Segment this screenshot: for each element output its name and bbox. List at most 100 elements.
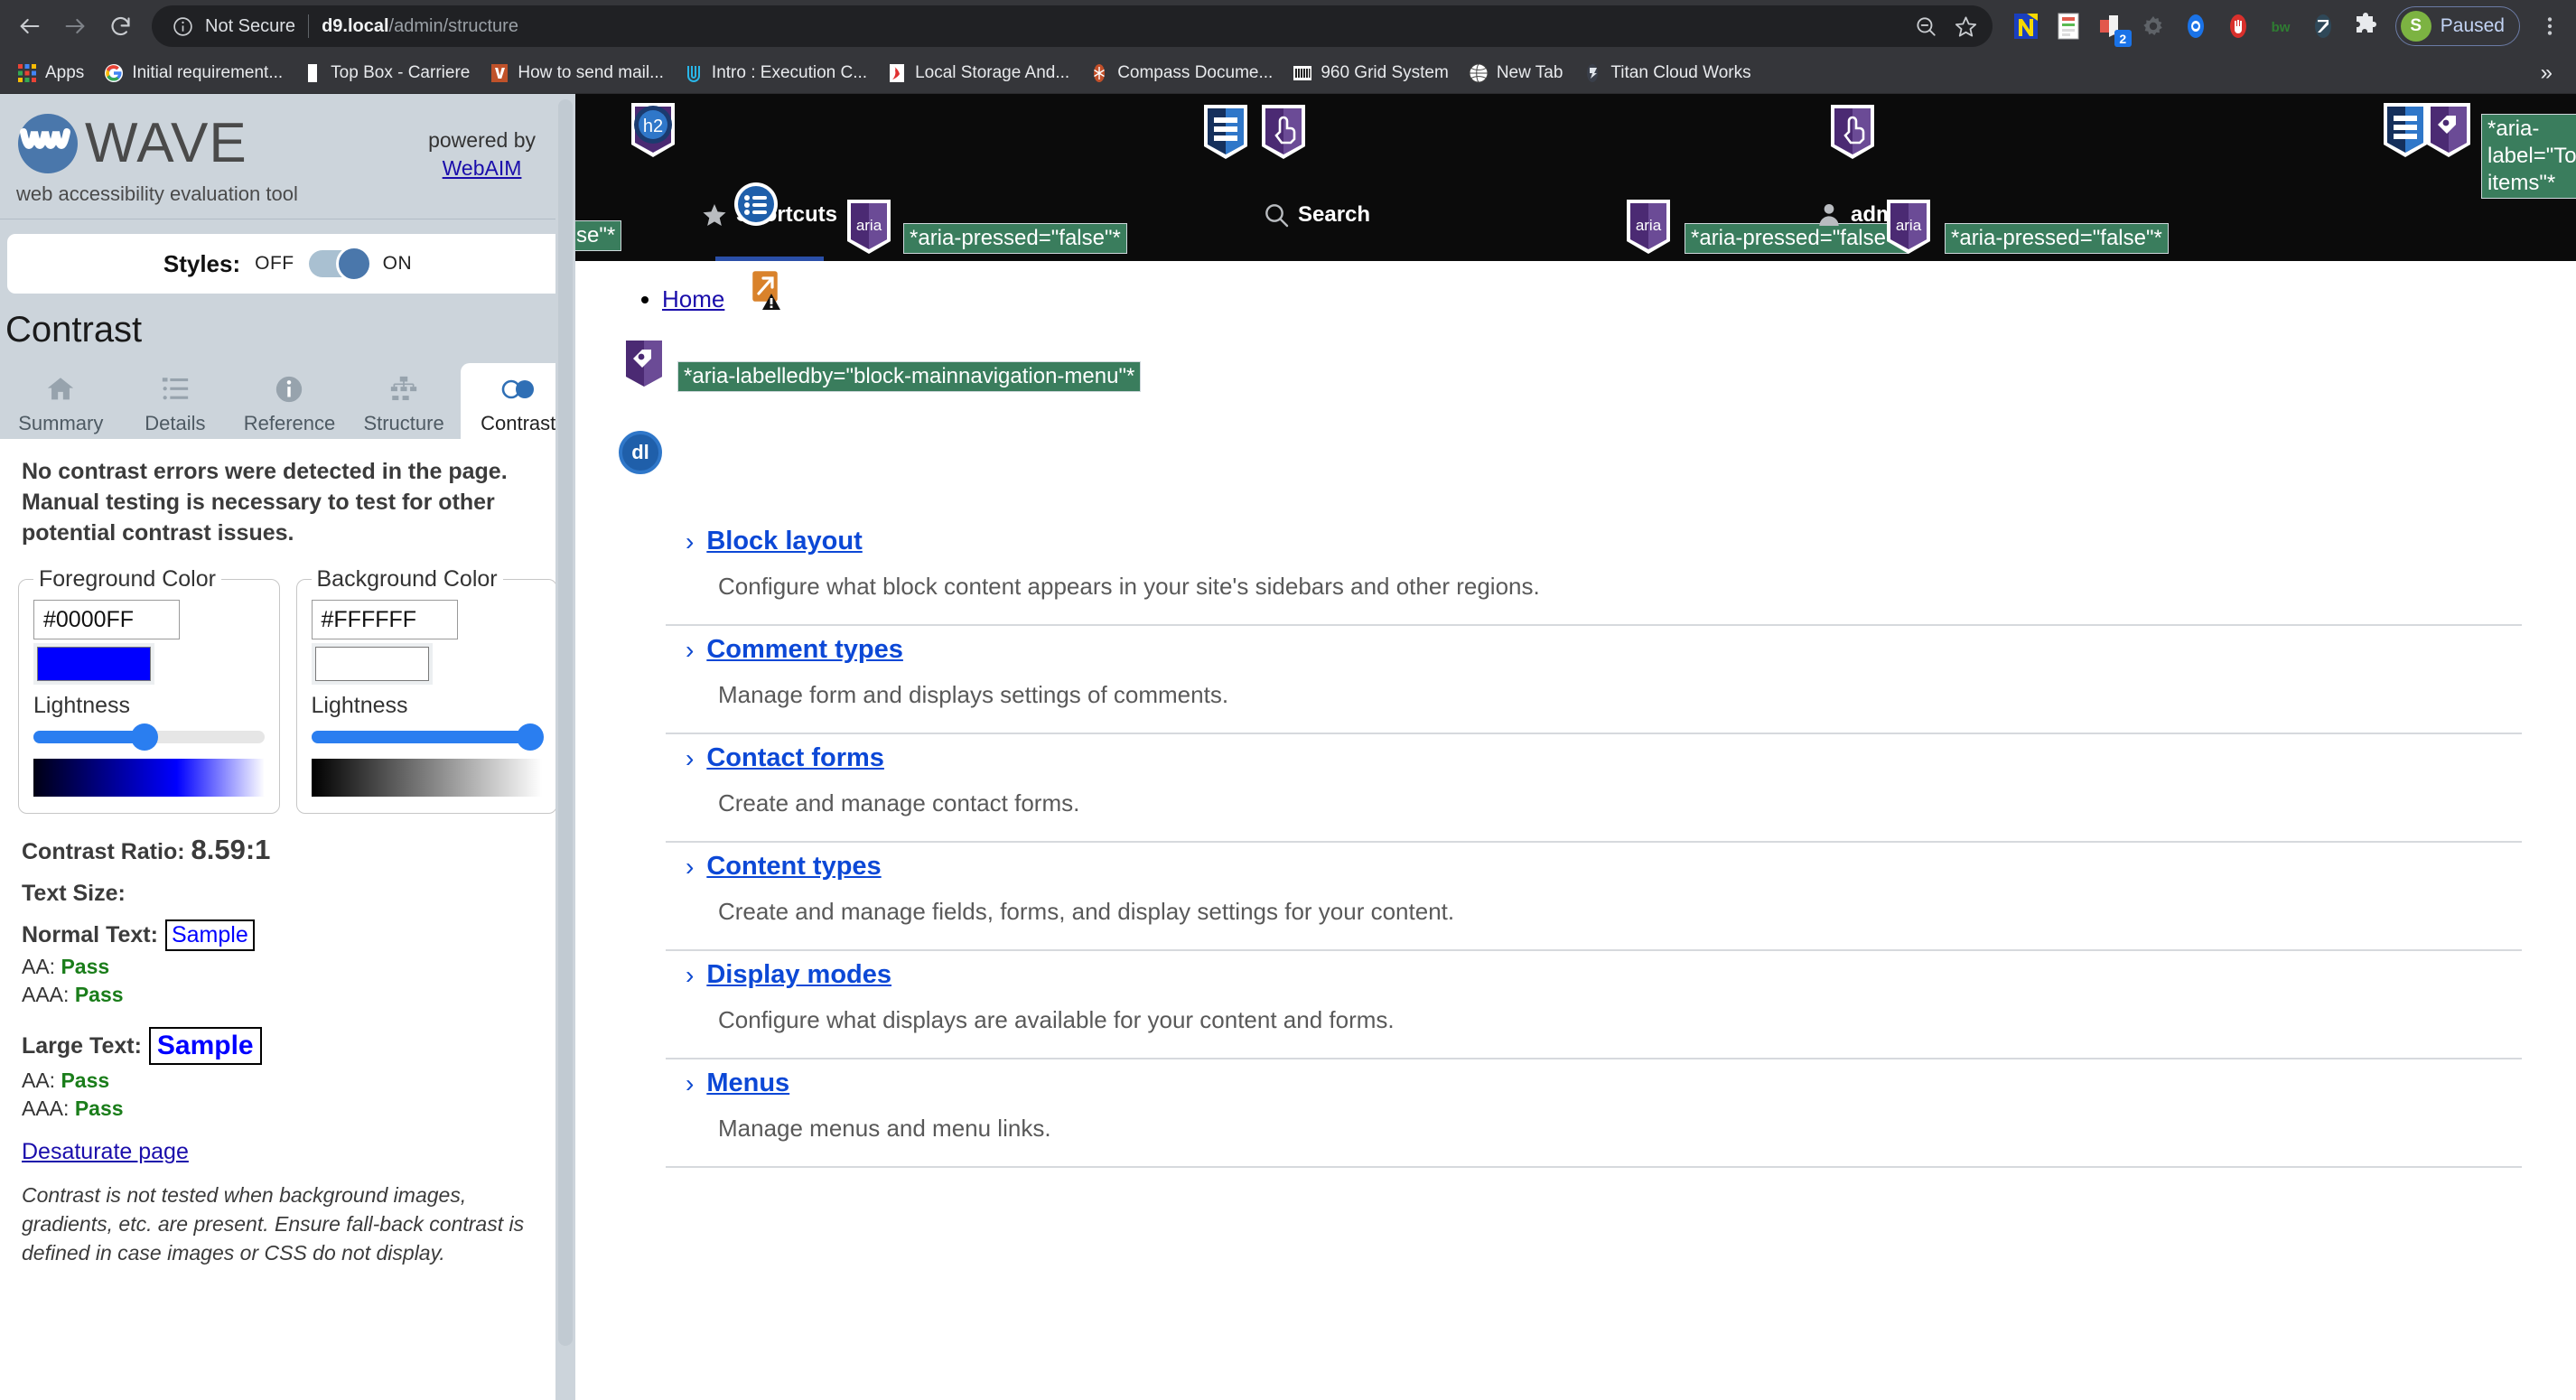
- bookmark-item[interactable]: Intro : Execution C...: [674, 59, 877, 88]
- list-icon: [160, 372, 191, 406]
- address-bar[interactable]: Not Secure d9.local/admin/structure: [152, 5, 1993, 47]
- tab-label: Structure: [363, 412, 444, 434]
- tab-reference[interactable]: Reference: [232, 363, 347, 439]
- background-swatch[interactable]: [314, 647, 429, 682]
- foreground-lightness-slider[interactable]: [33, 723, 265, 751]
- toggle-knob: [335, 246, 372, 282]
- titan-icon: [1582, 63, 1602, 83]
- structure-item-link[interactable]: Contact forms: [706, 743, 884, 773]
- drupal-toolbar-item-search[interactable]: Search: [1262, 201, 1370, 229]
- sidebar-scrollbar[interactable]: [555, 94, 575, 1400]
- wave-sidebar: WAVE web accessibility evaluation tool p…: [0, 94, 575, 1400]
- wave-logo-icon: [14, 110, 81, 177]
- bookmark-item[interactable]: Titan Cloud Works: [1573, 59, 1760, 88]
- settings-gear-extension-icon[interactable]: [2140, 13, 2167, 40]
- tab-label: Summary: [18, 412, 104, 434]
- styles-toggle-switch[interactable]: [308, 246, 372, 282]
- video-downloader-extension-icon[interactable]: 2: [2097, 13, 2132, 47]
- foreground-hex-input[interactable]: #0000FF: [33, 600, 180, 640]
- bookmark-item[interactable]: New Tab: [1459, 59, 1573, 88]
- dl-badge-icon[interactable]: dl: [619, 431, 662, 474]
- bitwarden-extension-icon[interactable]: bw: [2267, 13, 2294, 40]
- bookmark-item[interactable]: How to send mail...: [480, 59, 674, 88]
- forward-arrow-icon[interactable]: [54, 5, 96, 47]
- structure-item-header[interactable]: › Menus: [666, 1059, 2522, 1098]
- tab-summary[interactable]: Summary: [4, 363, 118, 439]
- bookmark-apps[interactable]: Apps: [7, 59, 94, 88]
- avatar: S: [2400, 11, 2431, 42]
- extensions-puzzle-icon[interactable]: [2352, 13, 2379, 40]
- breadcrumb-home-link[interactable]: Home: [662, 285, 724, 313]
- redundant-link-alert-icon[interactable]: [739, 268, 789, 321]
- foreground-swatch[interactable]: [37, 647, 151, 682]
- svg-text:aria: aria: [856, 217, 882, 234]
- sidebar-scroll-thumb[interactable]: [558, 99, 573, 1346]
- star-outline-icon[interactable]: [1954, 14, 1978, 39]
- structure-item-link[interactable]: Menus: [706, 1069, 789, 1098]
- structure-item-header[interactable]: › Contact forms: [666, 734, 2522, 773]
- tab-details[interactable]: Details: [118, 363, 233, 439]
- bookmark-item[interactable]: 960 Grid System: [1283, 59, 1459, 88]
- contrast-ratio-value: 8.59:1: [191, 834, 271, 866]
- text-size-label: Text Size:: [22, 881, 126, 907]
- url-text: d9.local/admin/structure: [322, 16, 518, 37]
- form-filler-extension-icon[interactable]: [2055, 13, 2082, 40]
- breadcrumb-item: Home: [662, 268, 2576, 321]
- label-tag-badge-icon[interactable]: [2423, 101, 2474, 159]
- adblock-stop-extension-icon[interactable]: [2225, 13, 2252, 40]
- wave-header: WAVE web accessibility evaluation tool p…: [0, 94, 575, 219]
- back-arrow-icon[interactable]: [9, 5, 51, 47]
- normal-aaa-value: Pass: [74, 983, 124, 1007]
- structure-item-description: Manage form and displays settings of com…: [718, 681, 1229, 708]
- normal-aaa-row: AAA: Pass: [22, 983, 559, 1007]
- svg-text:aria: aria: [1896, 217, 1922, 234]
- notion-extension-icon[interactable]: [2012, 13, 2039, 40]
- sitemap-icon: [388, 372, 419, 406]
- wave-extension-icon[interactable]: [2310, 13, 2337, 40]
- structure-item-link[interactable]: Comment types: [706, 635, 903, 665]
- aria-badge-icon[interactable]: aria: [1883, 198, 1934, 256]
- label-tag-badge-icon[interactable]: [619, 335, 669, 397]
- structure-item-link[interactable]: Content types: [706, 852, 881, 882]
- kebab-menu-icon[interactable]: [2538, 14, 2562, 38]
- tab-structure[interactable]: Structure: [347, 363, 462, 439]
- stackoverflow-icon: [887, 63, 907, 83]
- structure-item-header[interactable]: › Block layout: [666, 518, 2522, 556]
- profile-chip[interactable]: S Paused: [2394, 6, 2520, 46]
- pointer-cursor-badge-icon: [1827, 103, 1878, 161]
- eye-tracker-extension-icon[interactable]: [2182, 13, 2209, 40]
- nav-region-annotation-row: *aria-labelledby="block-mainnavigation-m…: [575, 331, 2576, 431]
- background-lightness-slider[interactable]: [311, 723, 545, 751]
- webaim-link[interactable]: WebAIM: [443, 156, 522, 180]
- info-circle-icon[interactable]: [172, 15, 194, 38]
- background-gradient: [311, 759, 542, 798]
- aria-badge-icon[interactable]: aria: [1623, 198, 1674, 256]
- h2-heading-badge-icon[interactable]: h2: [628, 101, 678, 159]
- structure-item-header[interactable]: › Display modes: [666, 951, 2522, 990]
- url-path: /admin/structure: [388, 15, 518, 36]
- large-text-label: Large Text:: [22, 1032, 142, 1059]
- bookmark-item[interactable]: Compass Docume...: [1079, 59, 1283, 88]
- structure-item-header[interactable]: › Comment types: [666, 626, 2522, 665]
- grid-icon: [1293, 63, 1312, 83]
- zoom-out-icon[interactable]: [1914, 14, 1937, 38]
- large-aaa-label: AAA:: [22, 1097, 70, 1121]
- wave-annotation-toolbar-items-label: *aria-label="Toolbar items"*: [2481, 114, 2576, 199]
- bookmark-item[interactable]: Initial requirement...: [94, 59, 293, 88]
- bookmark-label: How to send mail...: [518, 62, 664, 82]
- wave-powered-by: powered by WebAIM: [428, 110, 555, 182]
- structure-item-link[interactable]: Display modes: [706, 960, 891, 990]
- google-icon: [104, 63, 124, 83]
- structure-item-link[interactable]: Block layout: [706, 527, 862, 556]
- aria-badge-icon[interactable]: aria: [844, 198, 894, 256]
- normal-text-row: Normal Text: Sample: [22, 919, 559, 952]
- compass-icon: [1089, 63, 1109, 83]
- structure-item-header[interactable]: › Content types: [666, 843, 2522, 882]
- clip-icon: [684, 63, 704, 83]
- bookmark-item[interactable]: Local Storage And...: [877, 59, 1079, 88]
- bookmark-item[interactable]: Top Box - Carriere: [293, 59, 480, 88]
- background-hex-input[interactable]: #FFFFFF: [311, 600, 458, 640]
- reload-icon[interactable]: [99, 5, 141, 47]
- bookmarks-overflow-button[interactable]: »: [2530, 61, 2563, 86]
- desaturate-page-link[interactable]: Desaturate page: [22, 1139, 189, 1165]
